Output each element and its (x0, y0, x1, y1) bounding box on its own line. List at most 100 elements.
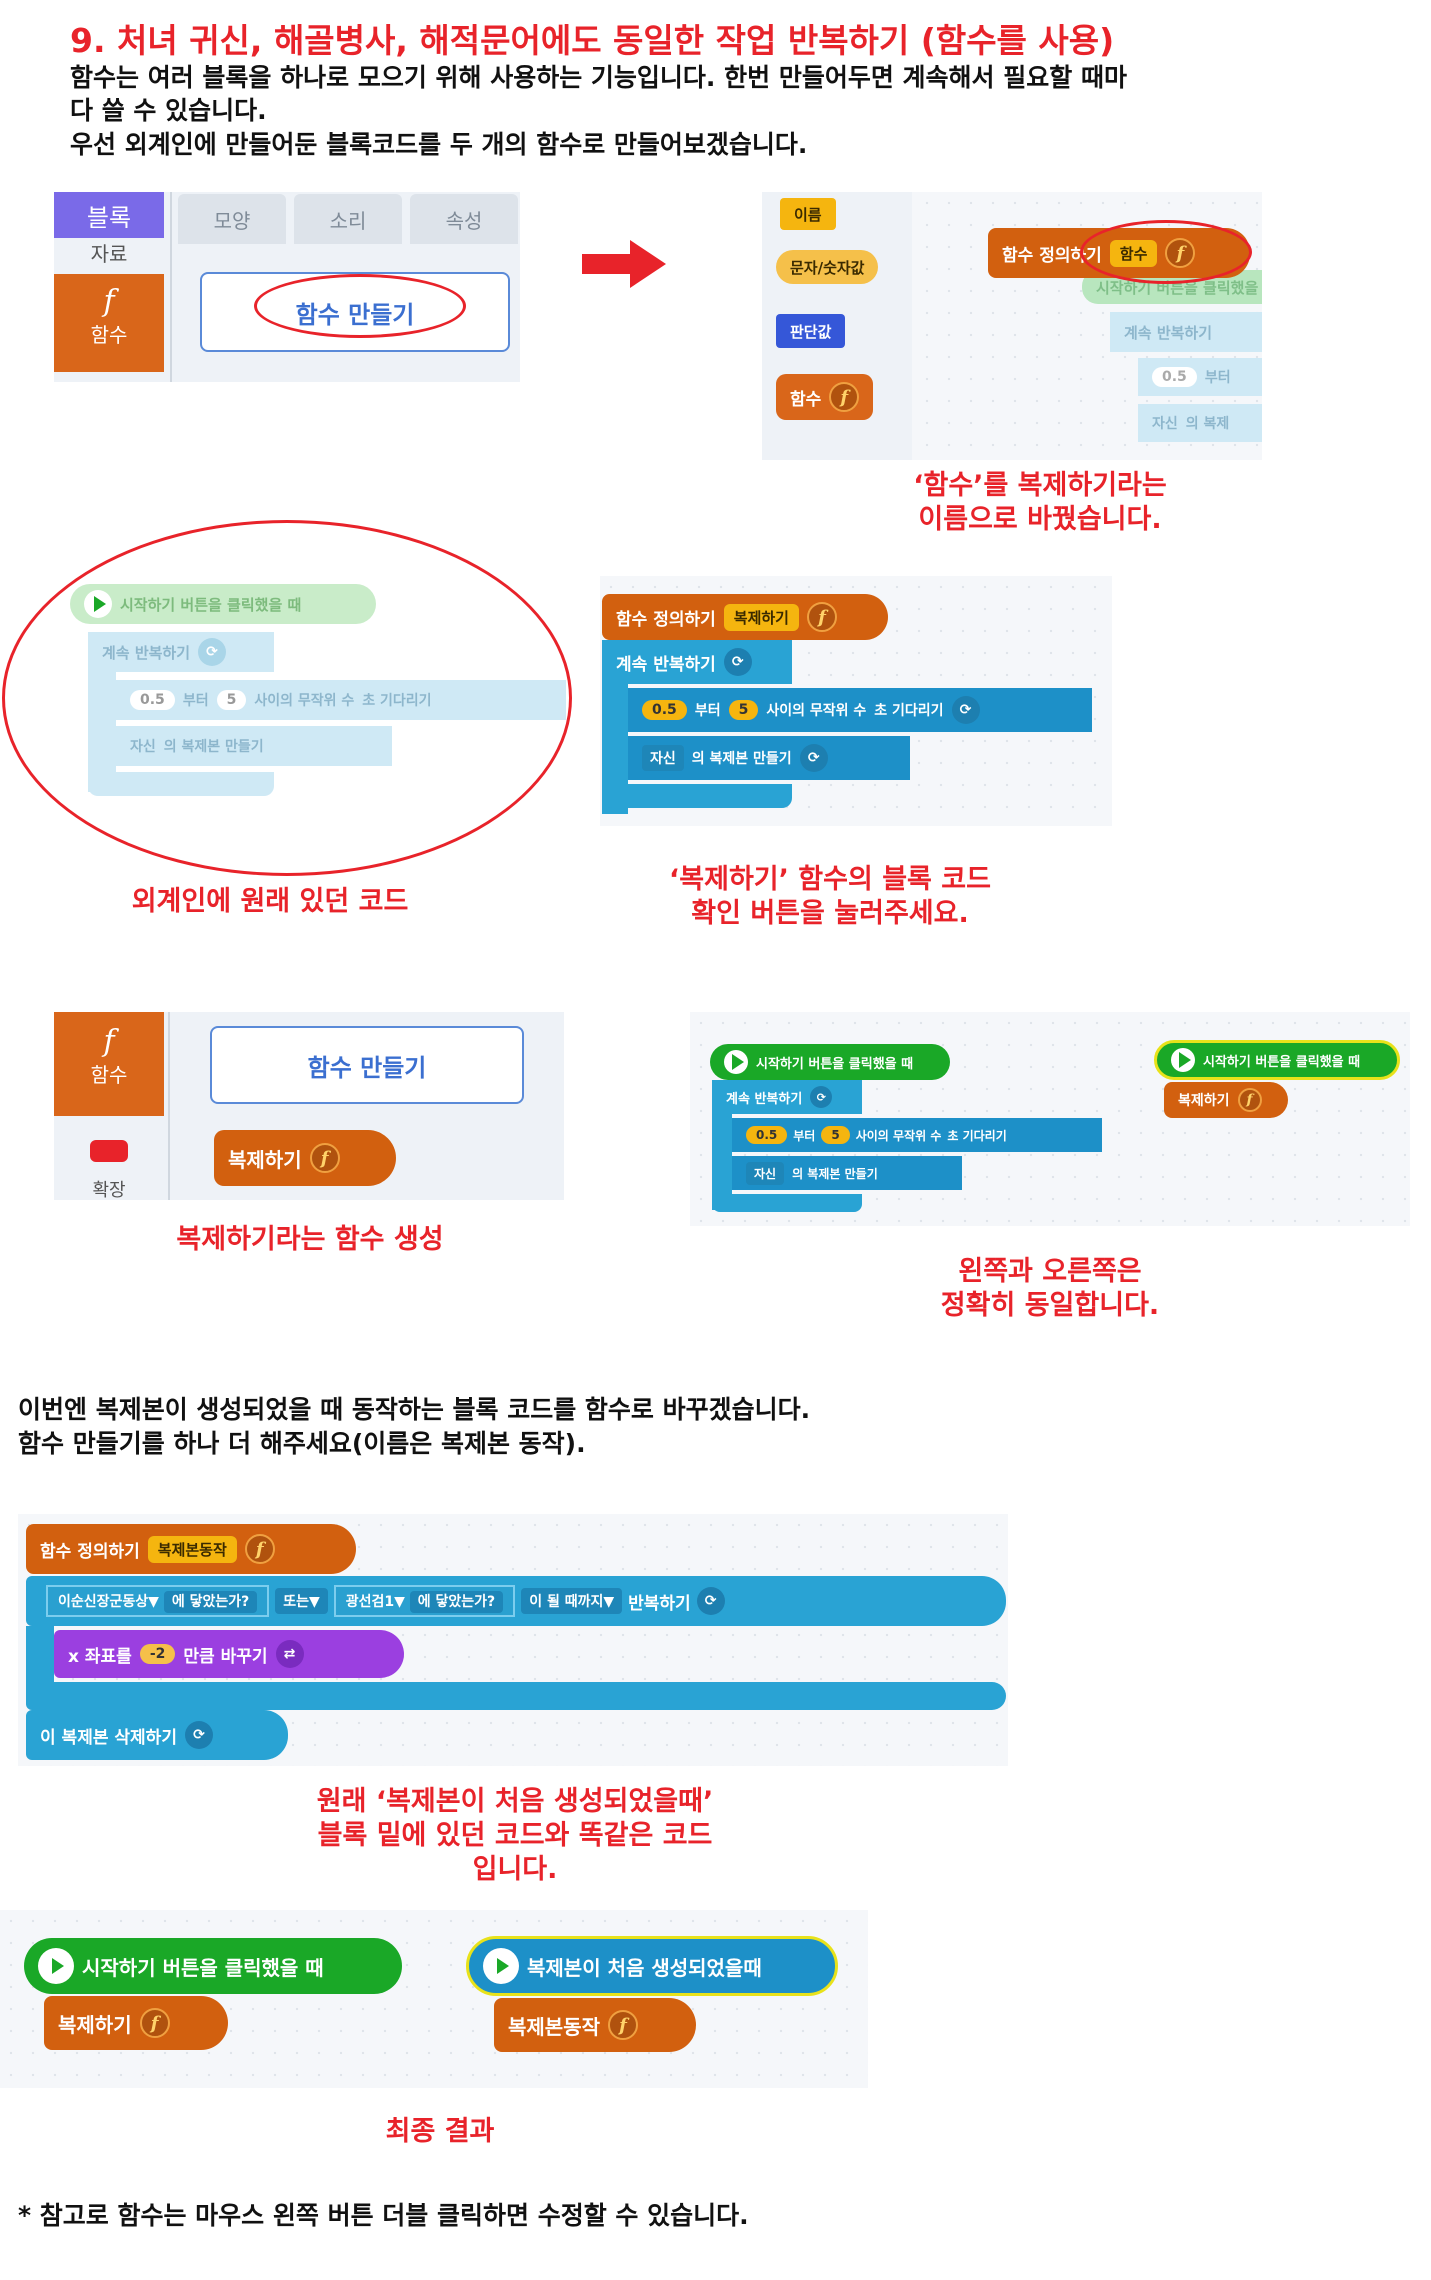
function-block-label: 복제하기 (228, 1147, 302, 1172)
define-function-block[interactable]: 함수 정의하기 복제본동작 f (26, 1524, 356, 1574)
function-icon: f (608, 2010, 638, 2040)
caption-same-code-3: 입니다. (472, 1854, 558, 1885)
arrow-head-icon (630, 240, 666, 288)
clone-block[interactable]: 자신 의 복제본 만들기 ⟳ (628, 736, 910, 780)
tab-function[interactable]: f 함수 (54, 274, 164, 372)
loop-block[interactable]: 계속 반복하기 ⟳ (712, 1080, 862, 1114)
caption-same-code-1: 원래 ‘복제본이 처음 생성되었을때’ (316, 1786, 714, 1817)
wait-block[interactable]: 0.5 부터 5 사이의 무작위 수 초 기다리기 ⟳ (628, 688, 1092, 732)
num-input[interactable]: 5 (821, 1126, 850, 1144)
until-dropdown[interactable]: 이 될 때까지▼ (521, 1588, 623, 1614)
ghost-num: 0.5 (1152, 367, 1197, 387)
intro-line-3: 우선 외계인에 만들어둔 블록코드를 두 개의 함수로 만들어보겠습니다. (70, 130, 808, 159)
tab-extension[interactable]: 확장 (54, 1176, 164, 1200)
clone-block[interactable]: 자신 의 복제본 만들기 (732, 1156, 962, 1190)
tab-property[interactable]: 속성 (410, 194, 518, 244)
tab-shape[interactable]: 모양 (178, 194, 286, 244)
repeat-until-block[interactable]: 이순신장군동상▼ 에 닿았는가? 또는▼ 광선검1▼ 에 닿았는가? 이 될 때… (26, 1576, 1006, 1626)
condition-block[interactable]: 광선검1▼ 에 닿았는가? (333, 1585, 516, 1617)
delete-clone-block[interactable]: 이 복제본 삭제하기 ⟳ (26, 1710, 288, 1760)
ghost-from: 부터 (1204, 370, 1231, 386)
panel-function-menu: 블록 자료 f 함수 모양 소리 속성 함수 만들기 (54, 192, 520, 382)
function-name-field[interactable]: 복제본동작 (147, 1535, 237, 1563)
clone-action-function-block[interactable]: 복제본동작 f (494, 1998, 696, 2052)
intro-line-1: 함수는 여러 블록을 하나로 모으기 위해 사용하는 기능입니다. 한번 만들어… (70, 63, 1127, 92)
function-icon: f (309, 1143, 340, 1173)
function-name-field[interactable]: 복제하기 (723, 603, 799, 631)
function-icon: f (1237, 1088, 1262, 1112)
wait-label: 초 기다리기 (947, 1128, 1007, 1143)
start-hat-block[interactable]: 시작하기 버튼을 클릭했을 때 (24, 1938, 402, 1994)
or-dropdown[interactable]: 또는▼ (275, 1588, 328, 1614)
caption-confirm-2: 확인 버튼을 눌러주세요. (691, 898, 969, 929)
panel-comparison: 시작하기 버튼을 클릭했을 때 계속 반복하기 ⟳ 0.5 부터 5 사이의 무… (690, 1012, 1410, 1226)
x-value-input[interactable]: -2 (139, 1644, 176, 1664)
delete-clone-label: 이 복제본 삭제하기 (40, 1727, 177, 1748)
start-hat-block[interactable]: 시작하기 버튼을 클릭했을 때 (1154, 1040, 1400, 1080)
clone-label: 의 복제본 만들기 (792, 1166, 878, 1181)
random-label: 사이의 무작위 수 (855, 1128, 942, 1143)
function-block-label: 복제본동작 (508, 2014, 600, 2039)
num-input[interactable]: 5 (728, 700, 759, 720)
define-function-block[interactable]: 함수 정의하기 복제하기 f (602, 594, 888, 640)
ghost-clone-label: 의 복제 (1185, 416, 1230, 432)
make-function-button[interactable]: 함수 만들기 (210, 1026, 524, 1104)
palette-bool-block[interactable]: 판단값 (776, 314, 846, 348)
palette-name-block[interactable]: 이름 (780, 198, 836, 230)
clone-function-block[interactable]: 복제하기 f (214, 1130, 396, 1186)
change-x-label: x 좌표를 (68, 1646, 132, 1667)
change-x-block[interactable]: x 좌표를 -2 만큼 바꾸기 ⇄ (54, 1630, 404, 1678)
function-block-label: 복제하기 (58, 2012, 132, 2037)
caption-confirm-1: ‘복제하기’ 함수의 블록 코드 (669, 864, 991, 895)
start-hat-block[interactable]: 시작하기 버튼을 클릭했을 때 (710, 1044, 950, 1080)
clone-label: 의 복제본 만들기 (691, 751, 792, 767)
start-hat-label: 시작하기 버튼을 클릭했을 때 (1203, 1054, 1361, 1070)
tab-sound[interactable]: 소리 (294, 194, 402, 244)
tab-data[interactable]: 자료 (54, 238, 164, 268)
tab-function[interactable]: f 함수 (54, 1012, 164, 1116)
function-icon: f (103, 284, 115, 319)
palette-function-block[interactable]: 함수 f (776, 374, 874, 420)
clone-function-block[interactable]: 복제하기 f (1164, 1082, 1288, 1118)
num-input[interactable]: 0.5 (642, 700, 687, 720)
wait-block[interactable]: 0.5 부터 5 사이의 무작위 수 초 기다리기 (732, 1118, 1102, 1152)
panel-define-function: 이름 문자/숫자값 판단값 함수 f 시작하기 버튼을 클릭했을 때 계속 반복… (762, 192, 1262, 460)
start-hat-label: 시작하기 버튼을 클릭했을 때 (82, 1955, 324, 1980)
ghost-self: 자신 (1152, 416, 1178, 432)
panel-clone-function-def: 함수 정의하기 복제하기 f 계속 반복하기 ⟳ 0.5 부터 5 사이의 무작… (600, 576, 1112, 826)
self-dropdown[interactable]: 자신 (642, 745, 684, 771)
random-label: 사이의 무작위 수 (766, 703, 867, 719)
define-label: 함수 정의하기 (40, 1541, 140, 1562)
caption-rename-1: ‘함수’를 복제하기라는 (913, 470, 1167, 501)
loop-label: 계속 반복하기 (726, 1091, 803, 1107)
define-label: 함수 정의하기 (616, 609, 716, 630)
caption-identical-1: 왼쪽과 오른쪽은 (958, 1256, 1142, 1287)
panel-final-result: 시작하기 버튼을 클릭했을 때 복제하기 f 복제본이 처음 생성되었을때 복제… (0, 1910, 868, 2088)
flow-icon: ⟳ (184, 1721, 213, 1749)
function-icon: f (244, 1534, 275, 1564)
panel-function-created: f 함수 확장 함수 만들기 복제하기 f (54, 1012, 564, 1200)
sensor-dropdown[interactable]: 광선검1▼ (346, 1594, 405, 1610)
caption-final-result: 최종 결과 (385, 2116, 495, 2147)
loop-icon: ⟳ (723, 648, 752, 676)
palette-value-block[interactable]: 문자/숫자값 (776, 250, 879, 284)
tab-block[interactable]: 블록 (54, 192, 164, 238)
extension-icon (90, 1140, 128, 1162)
start-hat-label: 시작하기 버튼을 클릭했을 때 (756, 1056, 914, 1072)
tab-function-label: 함수 (90, 323, 128, 347)
num-input[interactable]: 0.5 (746, 1126, 788, 1144)
play-icon (724, 1050, 748, 1074)
repeat-label: 반복하기 (628, 1593, 691, 1614)
self-dropdown[interactable]: 자신 (746, 1161, 785, 1185)
loop-block[interactable]: 계속 반복하기 ⟳ (602, 640, 792, 684)
touch-label: 에 닿았는가? (409, 1591, 504, 1613)
function-icon: f (103, 1024, 115, 1059)
ghost-loop: 계속 반복하기 (1110, 312, 1262, 352)
highlight-circle (254, 274, 466, 338)
person-icon (483, 1948, 519, 1984)
clone-function-block[interactable]: 복제하기 f (44, 1996, 228, 2050)
clone-start-hat-block[interactable]: 복제본이 처음 생성되었을때 (466, 1936, 838, 1996)
wait-label: 초 기다리기 (874, 703, 944, 719)
condition-block[interactable]: 이순신장군동상▼ 에 닿았는가? (46, 1585, 270, 1617)
sensor-dropdown[interactable]: 이순신장군동상▼ (58, 1594, 159, 1610)
